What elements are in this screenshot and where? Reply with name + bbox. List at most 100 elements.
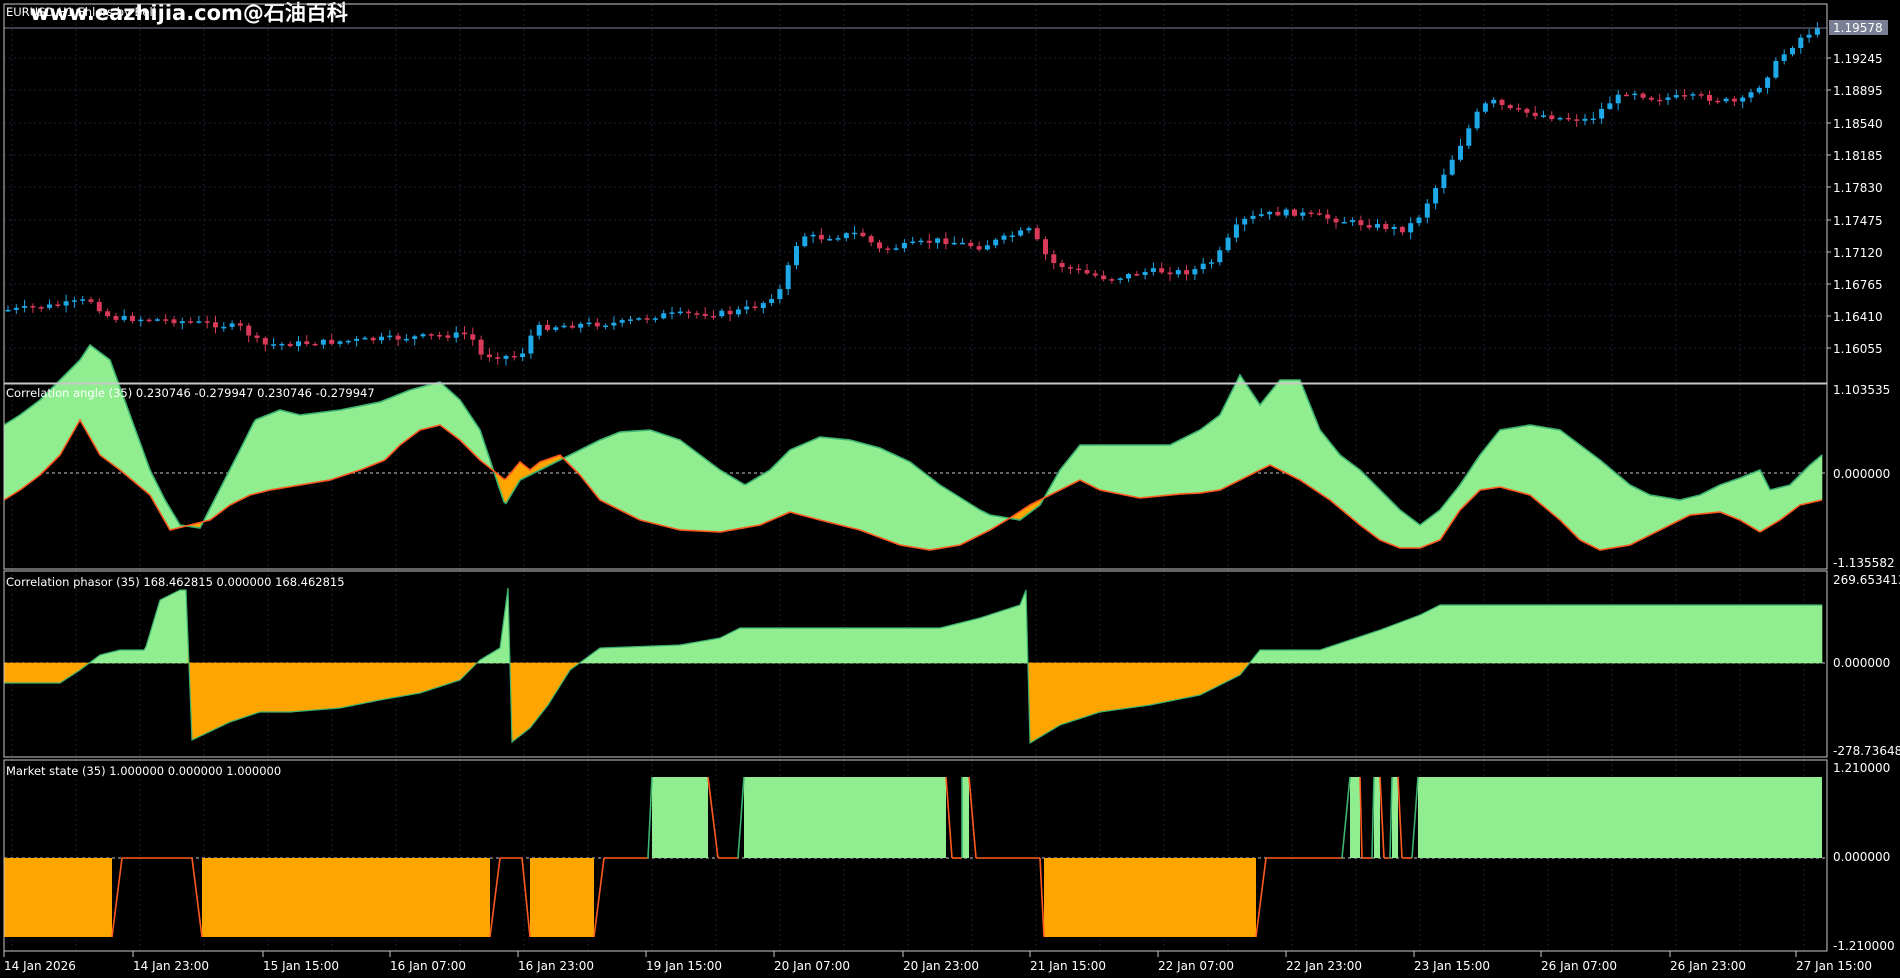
candle-body bbox=[528, 335, 534, 354]
candle-body bbox=[1458, 145, 1463, 160]
candle-body bbox=[1507, 105, 1513, 109]
market-state-trend-block bbox=[652, 777, 708, 858]
candle-body bbox=[478, 339, 484, 355]
candle-body bbox=[843, 233, 849, 239]
candle-body bbox=[1765, 77, 1771, 88]
candle-body bbox=[1034, 228, 1040, 240]
candle-body bbox=[868, 236, 874, 243]
candle-body bbox=[553, 327, 559, 330]
candle-body bbox=[1790, 48, 1795, 55]
candle-body bbox=[652, 318, 658, 320]
candle-body bbox=[852, 232, 858, 235]
candle-body bbox=[1474, 111, 1480, 129]
candle-body bbox=[1117, 278, 1123, 281]
candle-body bbox=[769, 299, 775, 304]
candle-body bbox=[760, 303, 766, 309]
candle-body bbox=[55, 304, 61, 306]
candle-body bbox=[495, 357, 501, 359]
candle-body bbox=[1225, 237, 1231, 251]
correlation-phasor-title: Correlation phasor (35) 168.462815 0.000… bbox=[6, 575, 345, 589]
market-state-trend-block bbox=[744, 777, 946, 858]
candle-body bbox=[96, 301, 102, 312]
candle-body bbox=[113, 316, 119, 320]
time-tick-label: 16 Jan 07:00 bbox=[390, 959, 466, 973]
candle-body bbox=[943, 238, 949, 245]
candle-body bbox=[1740, 97, 1746, 102]
candle-body bbox=[1375, 224, 1380, 228]
candle-body bbox=[1814, 27, 1820, 35]
candle-body bbox=[30, 306, 36, 308]
candle-body bbox=[569, 325, 575, 328]
candle-body bbox=[1084, 270, 1090, 274]
candle-body bbox=[1632, 93, 1638, 96]
trading-chart[interactable]: 1.19245 1.18895 1.18540 1.18185 1.17830 1.174… bbox=[0, 0, 1900, 978]
candle-body bbox=[993, 239, 999, 246]
candle-body bbox=[777, 289, 783, 300]
time-tick-label: 20 Jan 07:00 bbox=[774, 959, 850, 973]
candle-body bbox=[1167, 272, 1173, 275]
candle-body bbox=[1067, 267, 1073, 269]
candle-body bbox=[561, 325, 567, 328]
candle-body bbox=[1200, 263, 1206, 270]
candle-body bbox=[320, 339, 326, 345]
candle-body bbox=[279, 343, 285, 346]
candle-body bbox=[1524, 108, 1530, 113]
market-state-trend-block bbox=[1374, 777, 1380, 858]
candle-body bbox=[1043, 239, 1048, 255]
candle-body bbox=[362, 337, 368, 340]
price-tick-label: 1.17830 bbox=[1833, 181, 1883, 195]
candle-body bbox=[603, 325, 609, 328]
candle-body bbox=[1391, 226, 1397, 229]
watermark-text: www.eazhijia.com@石油百科 bbox=[30, 1, 348, 25]
price-tick-label: 1.19245 bbox=[1833, 52, 1883, 66]
candle-body bbox=[1242, 218, 1248, 225]
candle-body bbox=[711, 316, 716, 318]
candle-body bbox=[1258, 214, 1264, 216]
candle-body bbox=[910, 241, 916, 244]
candle-body bbox=[345, 340, 351, 343]
candle-body bbox=[71, 300, 77, 302]
candle-body bbox=[213, 322, 218, 328]
candle-body bbox=[262, 337, 268, 345]
candle-body bbox=[1615, 94, 1621, 104]
correlation-angle-y-zero: 0.000000 bbox=[1833, 467, 1890, 481]
candle-body bbox=[1408, 223, 1414, 233]
candle-body bbox=[702, 313, 708, 317]
candle-body bbox=[545, 324, 550, 330]
candle-body bbox=[818, 234, 824, 240]
time-tick-label: 27 Jan 15:00 bbox=[1796, 959, 1872, 973]
candle-body bbox=[968, 242, 974, 247]
candle-body bbox=[1308, 212, 1314, 214]
candle-body bbox=[395, 335, 401, 340]
candle-body bbox=[1159, 268, 1165, 273]
candle-body bbox=[636, 318, 642, 320]
candle-body bbox=[619, 320, 625, 323]
candle-body bbox=[1607, 103, 1613, 109]
candle-body bbox=[1574, 119, 1580, 121]
time-tick-label: 22 Jan 07:00 bbox=[1158, 959, 1234, 973]
candle-body bbox=[1690, 94, 1696, 96]
candle-body bbox=[926, 240, 932, 243]
price-tick-label: 1.16410 bbox=[1833, 310, 1883, 324]
candle-body bbox=[412, 336, 418, 339]
candle-body bbox=[1441, 174, 1447, 189]
market-state-trend-block bbox=[1392, 777, 1398, 858]
candle-body bbox=[221, 326, 227, 329]
candle-body bbox=[445, 335, 451, 338]
candle-body bbox=[1532, 112, 1538, 117]
candle-body bbox=[669, 312, 675, 314]
correlation-angle-y-max: 1.103535 bbox=[1833, 383, 1890, 397]
candle-body bbox=[1383, 224, 1389, 229]
candle-body bbox=[1657, 99, 1663, 102]
candle-body bbox=[1723, 98, 1729, 102]
candle-body bbox=[1565, 117, 1571, 120]
candle-body bbox=[80, 299, 86, 301]
candle-body bbox=[752, 306, 758, 309]
market-state-trend-block bbox=[1418, 777, 1822, 858]
candle-body bbox=[47, 304, 52, 308]
candle-body bbox=[1316, 213, 1322, 215]
candle-body bbox=[38, 307, 44, 309]
candle-body bbox=[304, 341, 310, 344]
candle-body bbox=[1756, 87, 1762, 93]
candle-body bbox=[827, 238, 833, 241]
